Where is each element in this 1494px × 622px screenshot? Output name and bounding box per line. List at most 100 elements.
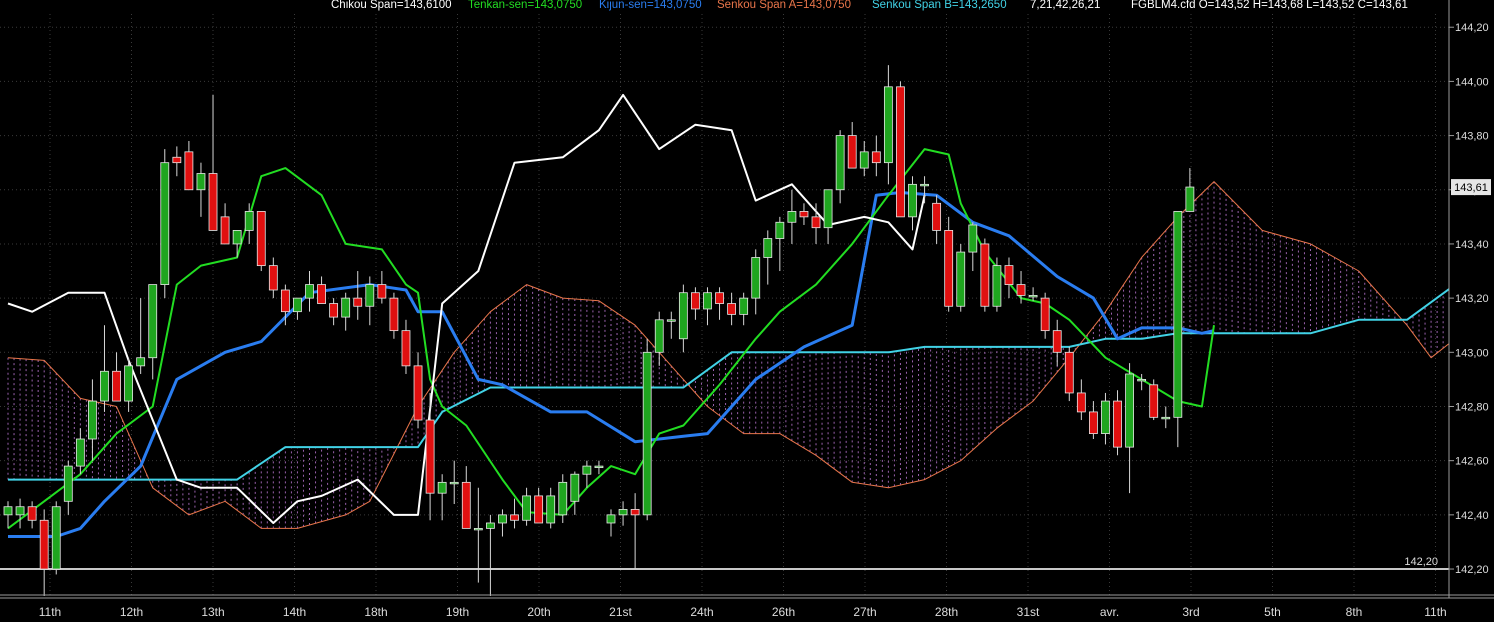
candle xyxy=(678,284,688,353)
candle-body xyxy=(160,162,170,285)
candle xyxy=(148,284,158,380)
candle-body xyxy=(883,86,893,164)
candle-body xyxy=(642,351,652,516)
candle-body xyxy=(980,243,990,307)
candle-body xyxy=(473,528,483,531)
candle-body xyxy=(377,284,387,299)
candle xyxy=(799,203,809,225)
baseline-label: 142,20 xyxy=(1404,556,1438,568)
candle-body xyxy=(1173,211,1183,418)
candle xyxy=(485,514,495,596)
candle-body xyxy=(775,221,785,239)
candle-body xyxy=(703,292,712,310)
candle xyxy=(3,501,13,529)
last-price-marker: 143,61 xyxy=(1451,179,1491,196)
candle xyxy=(823,189,833,244)
candle xyxy=(75,428,85,475)
candle xyxy=(739,292,749,326)
candle xyxy=(461,466,471,529)
candle-body xyxy=(1089,411,1098,434)
candle-body xyxy=(787,211,797,223)
candle-body xyxy=(1161,416,1171,420)
candle xyxy=(124,357,133,412)
candle-body xyxy=(317,284,326,304)
candle xyxy=(136,298,146,374)
chikou-span-line xyxy=(7,93,926,524)
candle xyxy=(883,65,893,185)
candle-body xyxy=(437,481,447,494)
candle-body xyxy=(148,284,158,359)
candle xyxy=(39,509,49,596)
candle-body xyxy=(739,297,749,315)
y-tick-label: 143,20 xyxy=(1455,293,1489,305)
candle-body xyxy=(15,506,25,516)
candle xyxy=(1028,287,1038,301)
candle-body xyxy=(823,189,833,229)
candle xyxy=(546,487,556,529)
candle xyxy=(1125,363,1134,494)
candle-body xyxy=(510,514,519,521)
candle xyxy=(763,230,773,285)
candle-body xyxy=(184,151,194,191)
candle-body xyxy=(763,238,773,258)
candle-body xyxy=(293,297,302,313)
candle-body xyxy=(39,519,49,570)
candle-body xyxy=(835,135,845,191)
x-tick-label: 3rd xyxy=(1182,605,1199,619)
candle xyxy=(896,81,905,218)
candle xyxy=(293,297,302,320)
candle xyxy=(389,292,399,339)
candle xyxy=(305,271,314,312)
candle-body xyxy=(280,289,290,313)
candle-body xyxy=(932,202,942,231)
candle-body xyxy=(208,173,218,231)
candle-body xyxy=(461,481,471,529)
x-tick-label: 11th xyxy=(1424,605,1446,619)
candle-body xyxy=(256,211,266,267)
candle xyxy=(256,211,266,272)
candle-body xyxy=(956,251,966,307)
candle-body xyxy=(1052,330,1062,353)
candle xyxy=(534,487,544,524)
candle xyxy=(341,292,351,331)
last-price-label: 143,61 xyxy=(1454,182,1488,194)
candle-body xyxy=(136,357,146,367)
candle xyxy=(630,493,640,570)
candle-body xyxy=(353,297,363,307)
candle xyxy=(1101,392,1110,445)
candle xyxy=(920,176,929,204)
candle-body xyxy=(678,292,688,340)
candle xyxy=(654,311,664,366)
candle xyxy=(1185,168,1195,212)
candle-body xyxy=(124,365,133,402)
candle-body xyxy=(425,419,435,494)
candle xyxy=(703,287,712,326)
candle-body xyxy=(715,292,724,304)
candle-body xyxy=(305,284,314,299)
baseline: 142,20 xyxy=(0,556,1449,571)
candle-body xyxy=(329,303,339,318)
x-tick-label: 28th xyxy=(935,605,958,619)
candle-body xyxy=(1028,295,1038,298)
candle-body xyxy=(449,481,459,485)
candle xyxy=(268,257,278,299)
x-tick-label: 18th xyxy=(364,605,387,619)
candle-body xyxy=(485,522,495,529)
candle xyxy=(112,352,121,402)
y-tick-label: 142,60 xyxy=(1455,456,1489,468)
candle xyxy=(582,460,592,488)
x-tick-label: 12th xyxy=(120,605,143,619)
candle-body xyxy=(871,151,881,164)
candle-body xyxy=(63,465,73,502)
candle-body xyxy=(498,514,507,524)
candle xyxy=(377,271,387,304)
candle-body xyxy=(100,370,109,402)
candle xyxy=(220,203,230,245)
candle-body xyxy=(75,438,85,467)
y-tick-label: 144,20 xyxy=(1455,22,1489,34)
candle xyxy=(642,338,652,521)
ichimoku-chart: Chikou Span=143,6100 Tenkan-sen=143,0750… xyxy=(0,0,1494,622)
candle xyxy=(968,222,978,272)
candle-body xyxy=(522,495,531,521)
candle-body xyxy=(172,156,182,164)
